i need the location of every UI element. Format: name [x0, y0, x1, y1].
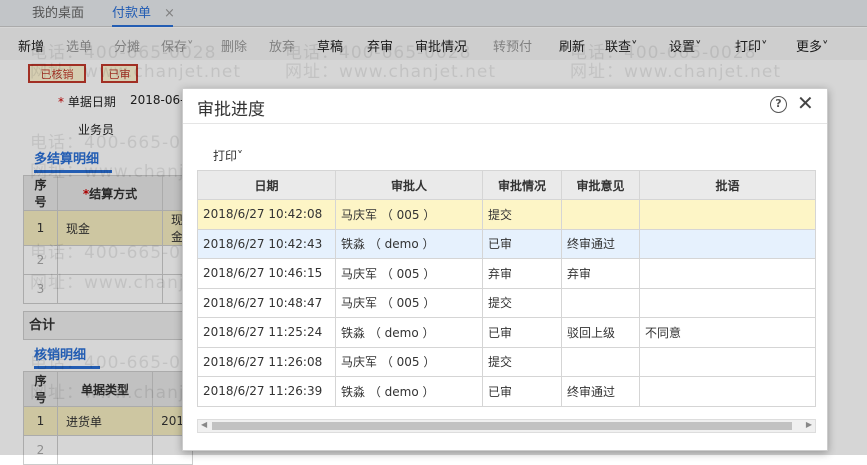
watermark: 网址：www.chanjet.net — [285, 62, 497, 82]
scroll-right-icon[interactable]: ▶ — [806, 420, 812, 429]
table-cell: 铁淼 （ demo ） — [335, 228, 483, 259]
table-cell: 终审通过 — [561, 376, 640, 407]
column-header[interactable]: 审批意见 — [561, 170, 640, 200]
table-row[interactable]: 2018/6/27 10:46:15 马庆军 （ 005 ）弃审 弃审 — [197, 258, 816, 289]
column-header[interactable]: 审批情况 — [482, 170, 562, 200]
table-cell: 2018/6/27 10:46:15 — [197, 258, 336, 289]
table-cell: 弃审 — [561, 258, 640, 289]
table-cell: 提交 — [482, 199, 562, 230]
table-row[interactable]: 2018/6/27 11:25:24 铁淼 （ demo ）已审 驳回上级 不同意 — [197, 317, 816, 348]
scrollbar-thumb[interactable] — [212, 422, 792, 430]
table-row[interactable]: 2018/6/27 10:48:47 马庆军 （ 005 ）提交 — [197, 287, 816, 318]
table-row[interactable]: 2018/6/27 11:26:39 铁淼 （ demo ）已审 终审通过 — [197, 376, 816, 407]
column-header[interactable]: 批语 — [639, 170, 816, 200]
table-cell — [561, 287, 640, 318]
table-cell: 2018/6/27 11:26:39 — [197, 376, 336, 407]
table-cell — [639, 376, 816, 407]
approval-progress-dialog: 审批进度 ? ✕ 打印˅ 日期 审批人 审批情况 审批意见 批语 2018/6/27 1… — [182, 88, 828, 451]
table-cell: 不同意 — [639, 317, 816, 348]
table-cell: 2018/6/27 11:25:24 — [197, 317, 336, 348]
table-cell — [561, 346, 640, 377]
table-cell: 马庆军 （ 005 ） — [335, 346, 483, 377]
table-row[interactable]: 2018/6/27 11:26:08 马庆军 （ 005 ）提交 — [197, 346, 816, 377]
table-cell: 2018/6/27 10:42:43 — [197, 228, 336, 259]
table-cell: 铁淼 （ demo ） — [335, 376, 483, 407]
table-cell: 已审 — [482, 228, 562, 259]
watermark: 网址：www.chanjet.net — [570, 62, 782, 82]
print-menu-button[interactable]: 打印˅ — [213, 147, 243, 164]
table-row[interactable]: 2018/6/27 10:42:43 铁淼 （ demo ）已审 终审通过 — [197, 228, 816, 259]
table-cell: 马庆军 （ 005 ） — [335, 258, 483, 289]
table-cell — [639, 258, 816, 289]
table-cell: 2018/6/27 10:42:08 — [197, 199, 336, 230]
divider — [183, 123, 827, 124]
table-cell: 驳回上级 — [561, 317, 640, 348]
table-cell: 已审 — [482, 317, 562, 348]
help-icon[interactable]: ? — [770, 96, 787, 113]
horizontal-scrollbar[interactable]: ◀ ▶ — [197, 419, 816, 433]
table-cell — [639, 228, 816, 259]
scroll-left-icon[interactable]: ◀ — [201, 420, 207, 429]
table-cell: 已审 — [482, 376, 562, 407]
table-cell: 马庆军 （ 005 ） — [335, 287, 483, 318]
watermark: 网址：www.chanjet.net — [30, 62, 242, 82]
table-cell: 马庆军 （ 005 ） — [335, 199, 483, 230]
column-header[interactable]: 日期 — [197, 170, 336, 200]
table-cell: 终审通过 — [561, 228, 640, 259]
dialog-title: 审批进度 — [197, 100, 265, 120]
table-cell: 2018/6/27 11:26:08 — [197, 346, 336, 377]
table-cell: 提交 — [482, 346, 562, 377]
table-cell: 提交 — [482, 287, 562, 318]
table-cell — [639, 287, 816, 318]
close-icon[interactable]: ✕ — [797, 91, 814, 115]
table-cell — [561, 199, 640, 230]
table-row[interactable]: 2018/6/27 10:42:08 马庆军 （ 005 ）提交 — [197, 199, 816, 230]
table-cell — [639, 346, 816, 377]
column-header[interactable]: 审批人 — [335, 170, 483, 200]
approval-table: 日期 审批人 审批情况 审批意见 批语 2018/6/27 10:42:08 马庆军 （ … — [197, 170, 816, 407]
table-cell: 铁淼 （ demo ） — [335, 317, 483, 348]
table-cell: 2018/6/27 10:48:47 — [197, 287, 336, 318]
table-cell — [639, 199, 816, 230]
table-cell: 弃审 — [482, 258, 562, 289]
